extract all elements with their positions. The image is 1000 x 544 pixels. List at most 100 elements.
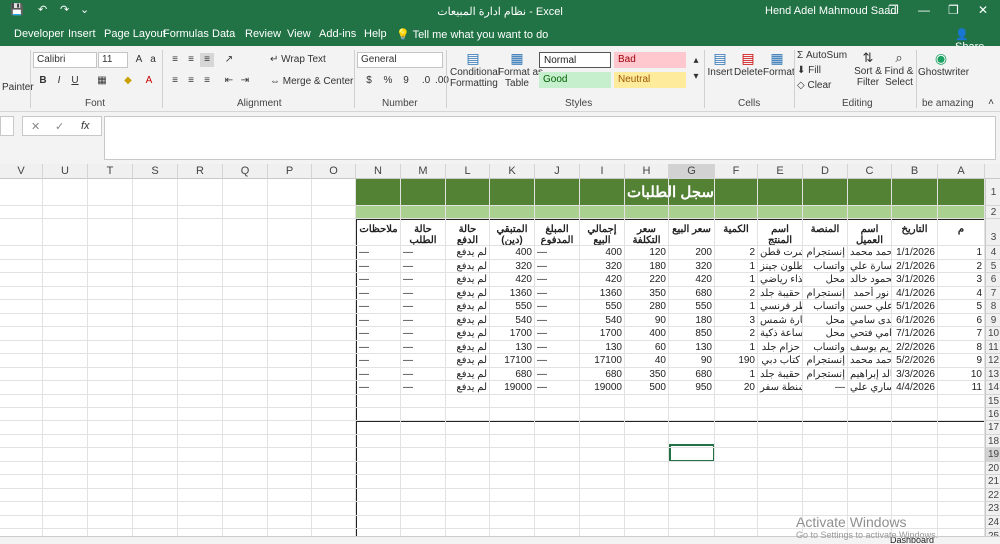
table-cell[interactable]: إنستجرام (803, 246, 848, 260)
fill-button[interactable]: ⬇ Fill (797, 65, 821, 76)
table-cell[interactable]: 120 (625, 246, 669, 260)
empty-table-cell[interactable] (356, 502, 401, 516)
empty-table-cell[interactable] (669, 502, 715, 516)
table-cell[interactable]: 550 (669, 300, 715, 314)
table-header-cell[interactable]: سعر البيع (669, 219, 715, 246)
fx-icon[interactable]: fx (81, 120, 90, 132)
column-header-I[interactable]: I (580, 164, 625, 179)
cancel-icon[interactable]: ✕ (31, 120, 40, 133)
bold-button[interactable]: B (36, 74, 50, 88)
table-header-cell[interactable]: إجمالي البيع (580, 219, 625, 246)
empty-table-cell[interactable] (892, 475, 938, 489)
table-header-cell[interactable]: م (938, 219, 985, 246)
table-cell[interactable]: 280 (625, 300, 669, 314)
table-cell[interactable]: — (401, 246, 446, 260)
table-cell[interactable]: 850 (669, 327, 715, 341)
sort-filter-button[interactable]: ⇅ Sort & Filter (852, 50, 884, 88)
column-header-K[interactable]: K (490, 164, 535, 179)
borders-icon[interactable]: ▦ (95, 74, 109, 88)
table-cell[interactable]: لم يدفع (446, 354, 490, 368)
column-header-E[interactable]: E (758, 164, 803, 179)
close-icon[interactable]: ✕ (978, 3, 988, 17)
table-cell[interactable]: ساعة ذكية (758, 327, 803, 341)
table-cell[interactable]: — (803, 381, 848, 395)
table-cell[interactable]: 7/1/2026 (892, 327, 938, 341)
row-header-18[interactable]: 18 (986, 435, 1000, 448)
collapse-ribbon-icon[interactable]: ˄ (984, 96, 998, 110)
percent-button[interactable]: % (381, 74, 395, 88)
table-header-cell[interactable]: المنصة (803, 219, 848, 246)
row-header-21[interactable]: 21 (986, 475, 1000, 489)
orientation-icon[interactable]: ↗ (222, 53, 236, 67)
table-cell[interactable]: لم يدفع (446, 300, 490, 314)
table-cell[interactable]: 19000 (490, 381, 535, 395)
empty-table-cell[interactable] (758, 448, 803, 462)
empty-table-cell[interactable] (715, 475, 758, 489)
empty-table-cell[interactable] (580, 475, 625, 489)
tab-page-layout[interactable]: Page Layout (104, 28, 166, 40)
empty-table-cell[interactable] (715, 502, 758, 516)
currency-button[interactable]: $ (362, 74, 376, 88)
row-header-4[interactable]: 4 (986, 246, 1000, 260)
table-cell[interactable]: — (356, 246, 401, 260)
row-header-22[interactable]: 22 (986, 489, 1000, 502)
table-cell[interactable]: 200 (669, 246, 715, 260)
table-header-cell[interactable]: اسم العميل (848, 219, 892, 246)
table-cell[interactable]: 7 (938, 327, 985, 341)
tab-view[interactable]: View (287, 28, 311, 40)
column-header-H[interactable]: H (625, 164, 669, 179)
row-header-9[interactable]: 9 (986, 314, 1000, 327)
row-header-23[interactable]: 23 (986, 502, 1000, 516)
row-header-8[interactable]: 8 (986, 300, 1000, 314)
table-header-cell[interactable]: الكمية (715, 219, 758, 246)
empty-table-cell[interactable] (446, 475, 490, 489)
table-cell[interactable]: حذاء رياضي (758, 273, 803, 287)
table-header-cell[interactable]: المتبقي (دين) (490, 219, 535, 246)
empty-table-cell[interactable] (715, 448, 758, 462)
column-header-U[interactable]: U (43, 164, 88, 179)
table-cell[interactable]: لم يدفع (446, 246, 490, 260)
row-header-16[interactable]: 16 (986, 408, 1000, 421)
table-cell[interactable]: 20 (715, 381, 758, 395)
empty-table-cell[interactable] (758, 475, 803, 489)
table-cell[interactable]: 17100 (580, 354, 625, 368)
table-cell[interactable]: 190 (715, 354, 758, 368)
column-header-B[interactable]: B (892, 164, 938, 179)
empty-table-cell[interactable] (490, 502, 535, 516)
table-cell[interactable]: 420 (580, 273, 625, 287)
ghostwriter-button[interactable]: ◉ Ghostwriter (918, 50, 969, 78)
table-cell[interactable]: لم يدفع (446, 273, 490, 287)
empty-table-cell[interactable] (401, 502, 446, 516)
table-cell[interactable]: 1 (715, 300, 758, 314)
table-cell[interactable]: عطر فرنسي (758, 300, 803, 314)
table-cell[interactable]: 11 (938, 381, 985, 395)
table-cell[interactable]: — (535, 381, 580, 395)
tell-me-search[interactable]: 💡 Tell me what you want to do (396, 28, 548, 41)
empty-table-cell[interactable] (938, 475, 985, 489)
table-cell[interactable]: 950 (669, 381, 715, 395)
row-header-24[interactable]: 24 (986, 516, 1000, 529)
tab-developer[interactable]: Developer (14, 28, 64, 40)
table-cell[interactable]: — (401, 381, 446, 395)
table-cell[interactable]: — (356, 273, 401, 287)
table-cell[interactable]: 9 (938, 354, 985, 368)
table-cell[interactable]: ساري علي (848, 381, 892, 395)
table-cell[interactable]: محل (803, 273, 848, 287)
tab-add-ins[interactable]: Add-ins (319, 28, 356, 40)
empty-table-cell[interactable] (580, 448, 625, 462)
row-header-1[interactable]: 1 (986, 179, 1000, 206)
name-box[interactable] (0, 116, 14, 136)
table-cell[interactable]: أحمد محمد (848, 246, 892, 260)
empty-table-cell[interactable] (892, 448, 938, 462)
conditional-formatting-button[interactable]: ▤ Conditional Formatting (450, 50, 500, 89)
tab-formulas[interactable]: Formulas (163, 28, 209, 40)
table-cell[interactable]: — (356, 327, 401, 341)
style-good[interactable]: Good (539, 72, 611, 88)
table-cell[interactable]: رامي فتحي (848, 327, 892, 341)
column-header-A[interactable]: A (938, 164, 985, 179)
empty-table-cell[interactable] (938, 502, 985, 516)
style-bad[interactable]: Bad (614, 52, 686, 68)
empty-table-cell[interactable] (625, 502, 669, 516)
row-header-19[interactable]: 19 (986, 448, 1000, 462)
decrease-indent-icon[interactable]: ⇤ (222, 74, 236, 88)
